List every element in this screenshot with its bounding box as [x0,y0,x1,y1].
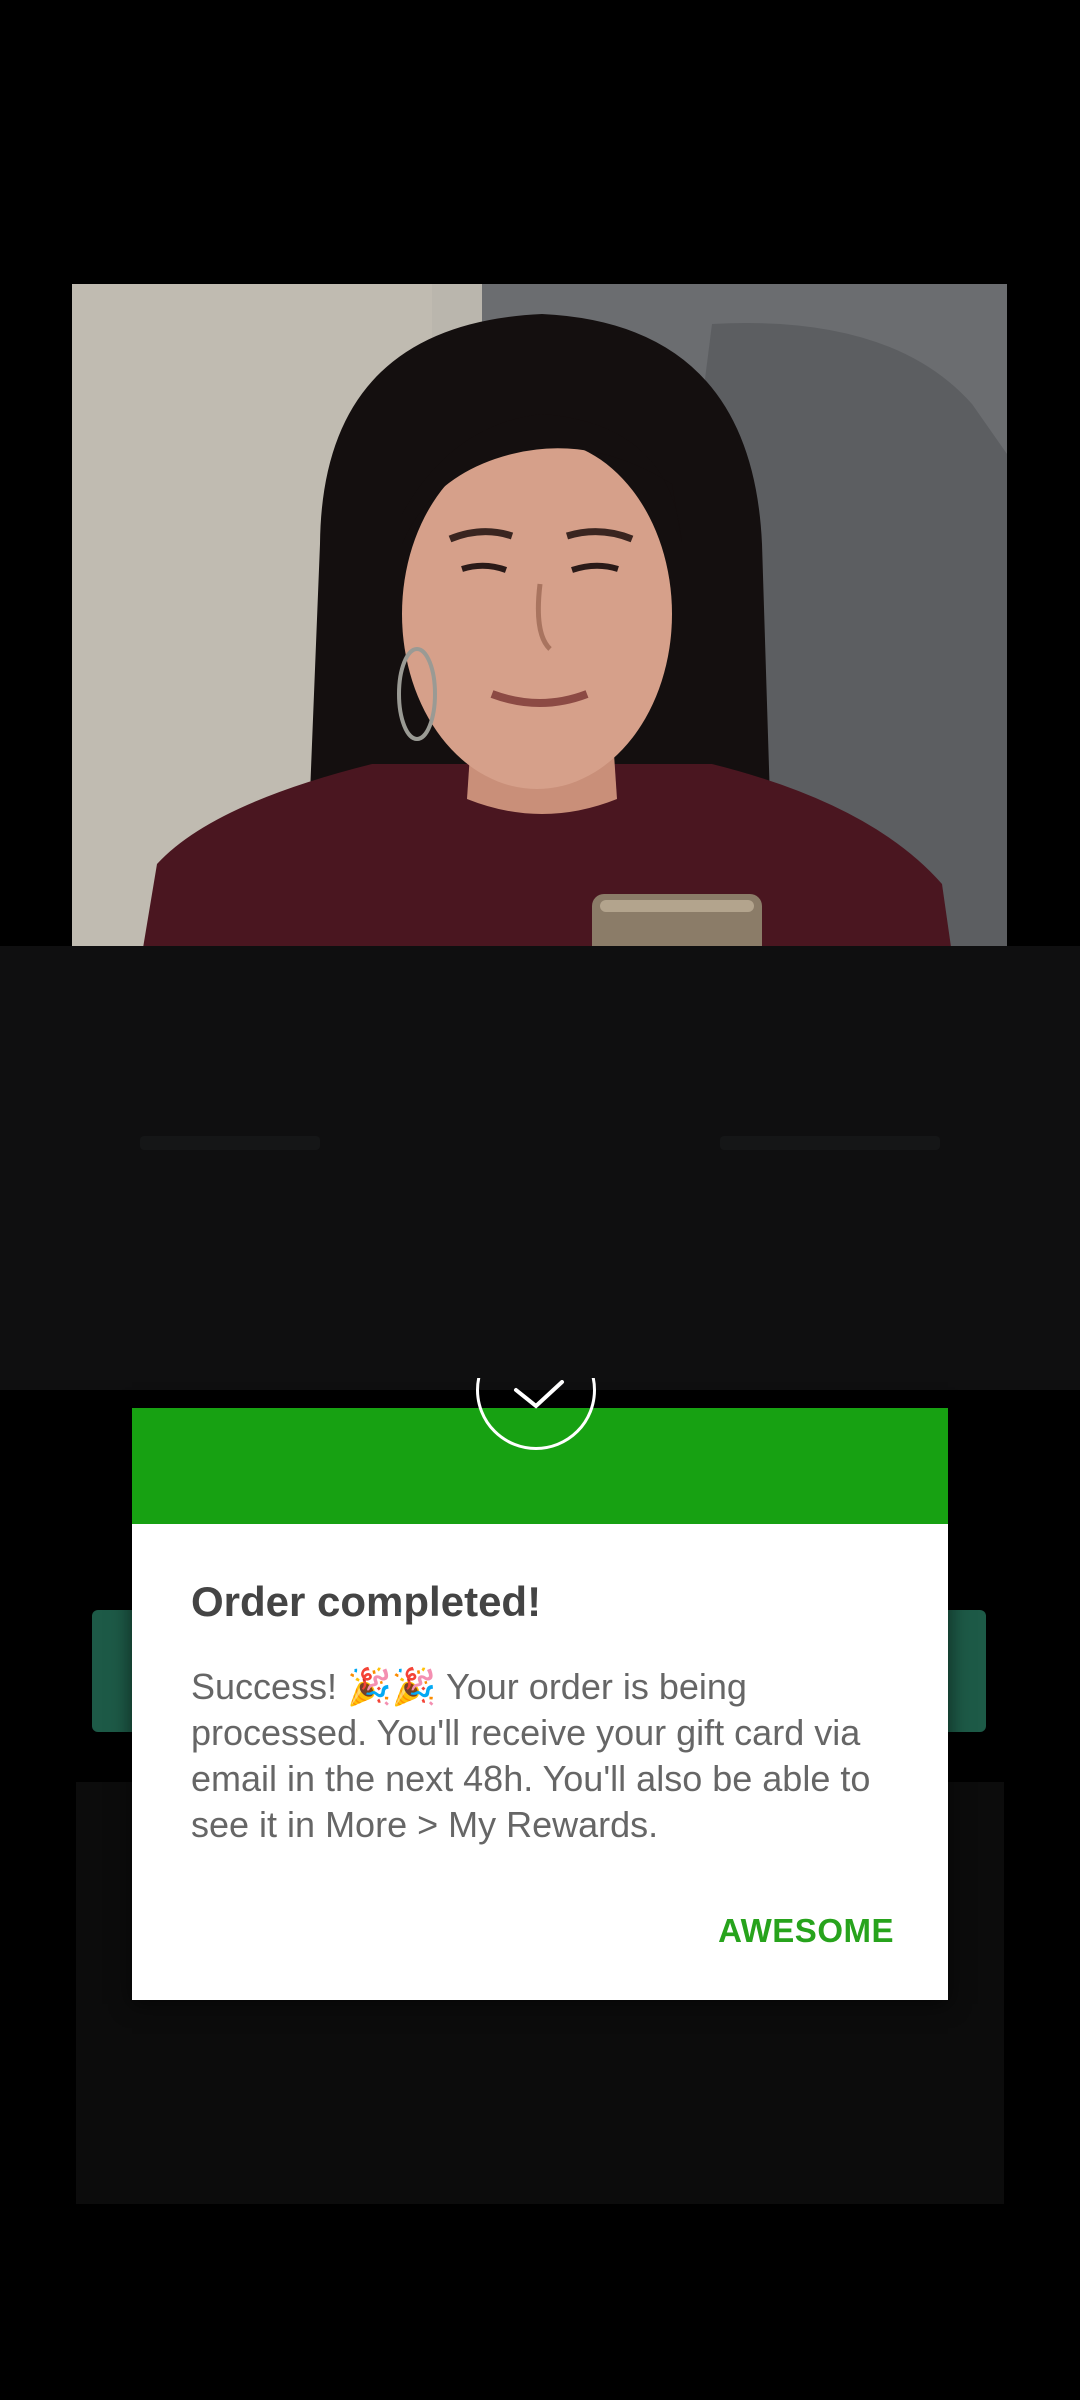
dialog-message: Success! 🎉🎉 Your order is being processe… [191,1666,871,1845]
checkmark-icon [476,1378,600,1458]
ghost-line [720,1136,940,1150]
screen: Order completed! Success! 🎉🎉 Your order … [0,0,1080,2400]
video-frame-image [72,284,1007,954]
video-player[interactable] [72,284,1007,954]
awesome-button[interactable]: AWESOME [712,1904,900,1958]
dialog-title: Order completed! [191,1578,542,1625]
scrim [0,946,1080,1402]
ghost-line [140,1136,320,1150]
order-completed-dialog: Order completed! Success! 🎉🎉 Your order … [132,1378,948,2000]
checkmark-glyph [514,1380,564,1409]
